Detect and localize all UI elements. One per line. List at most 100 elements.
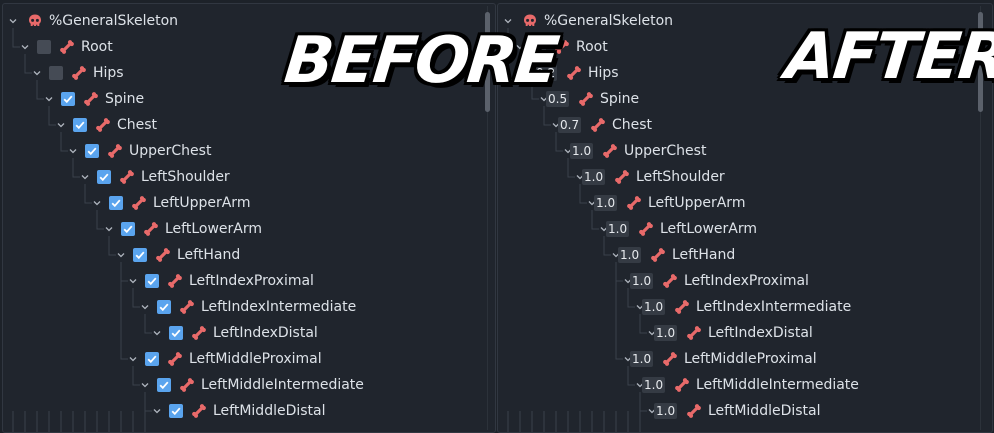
chevron-down-icon[interactable] [69,147,77,155]
bone-label: LeftIndexIntermediate [201,299,357,315]
bone-icon [578,91,594,107]
bone-label: LeftMiddleDistal [213,403,326,419]
tree-row[interactable]: 1.0 LeftShoulder [498,164,980,190]
bone-icon [107,143,123,159]
tree-row[interactable]: 1.0 LeftUpperArm [498,190,980,216]
tree-row[interactable]: UpperChest [3,138,483,164]
chevron-down-icon[interactable] [81,173,89,181]
bone-checkbox[interactable] [169,326,183,340]
chevron-down-icon[interactable] [9,17,17,25]
bone-checkbox[interactable] [157,300,171,314]
tree-row[interactable]: LeftHand [3,242,483,268]
chevron-down-icon[interactable] [45,95,53,103]
bone-weight-value[interactable]: 1.0 [606,221,630,237]
bone-label: Chest [117,117,158,133]
bone-icon [674,299,690,315]
bone-label: %GeneralSkeleton [49,13,179,29]
bone-checkbox[interactable] [37,40,51,54]
bone-checkbox[interactable] [121,222,135,236]
chevron-down-icon[interactable] [129,355,137,363]
chevron-down-icon[interactable] [141,303,149,311]
bone-checkbox[interactable] [145,274,159,288]
bone-label: LeftShoulder [141,169,230,185]
bone-weight-value[interactable]: 1.0 [618,247,642,263]
chevron-down-icon[interactable] [153,407,161,415]
bone-icon [131,195,147,211]
tree-row[interactable]: 1.0 LeftIndexIntermediate [498,294,980,320]
tree-row[interactable]: 1.0 LeftIndexDistal [498,320,980,346]
tree-row[interactable]: 1.0 LeftMiddleDistal [498,398,980,424]
bone-label: LeftUpperArm [648,195,746,211]
tree-row[interactable]: LeftMiddleProximal [3,346,483,372]
bone-icon [191,403,207,419]
bone-checkbox[interactable] [145,352,159,366]
chevron-down-icon[interactable] [57,121,65,129]
tree-row[interactable]: 1.0 LeftMiddleProximal [498,346,980,372]
chevron-down-icon[interactable] [93,199,101,207]
bone-checkbox[interactable] [97,170,111,184]
bone-weight-value[interactable]: 1.0 [654,403,678,419]
bone-checkbox[interactable] [49,66,63,80]
chevron-down-icon[interactable] [117,251,125,259]
chevron-down-icon[interactable] [141,381,149,389]
bone-label: LeftMiddleIntermediate [201,377,364,393]
tree-row[interactable]: LeftMiddleIntermediate [3,372,483,398]
bone-checkbox[interactable] [169,404,183,418]
bone-icon [602,143,618,159]
bone-icon [119,169,135,185]
tree-row[interactable]: 1.0 LeftHand [498,242,980,268]
bone-icon [674,377,690,393]
bone-label: LeftLowerArm [165,221,263,237]
tree-row[interactable]: Chest [3,112,483,138]
tree-row[interactable]: LeftIndexDistal [3,320,483,346]
bone-icon [83,91,99,107]
tree-row[interactable]: 1.0 UpperChest [498,138,980,164]
bone-weight-value[interactable]: 0.7 [558,117,582,133]
bone-checkbox[interactable] [73,118,87,132]
bone-checkbox[interactable] [61,92,75,106]
chevron-down-icon[interactable] [33,69,41,77]
bone-weight-value[interactable]: 1.0 [582,169,606,185]
bone-label: UpperChest [624,143,707,159]
bone-weight-value[interactable]: 1.0 [654,325,678,341]
bone-checkbox[interactable] [133,248,147,262]
bone-icon [638,221,654,237]
bone-icon [167,351,183,367]
bone-label: LeftMiddleProximal [189,351,322,367]
bone-weight-value[interactable]: 1.0 [642,299,666,315]
bone-label: LeftUpperArm [153,195,251,211]
bone-icon [662,273,678,289]
bone-checkbox[interactable] [157,378,171,392]
bone-icon [626,195,642,211]
bone-weight-value[interactable]: 1.0 [630,273,654,289]
before-title: BEFORE [281,24,561,98]
chevron-down-icon[interactable] [21,43,29,51]
bone-label: LeftHand [672,247,736,263]
chevron-down-icon[interactable] [105,225,113,233]
tree-row[interactable]: LeftLowerArm [3,216,483,242]
chevron-down-icon[interactable] [153,329,161,337]
tree-row[interactable]: 1.0 LeftMiddleIntermediate [498,372,980,398]
tree-row[interactable]: LeftShoulder [3,164,483,190]
bone-icon [590,117,606,133]
bone-label: LeftIndexDistal [213,325,318,341]
bone-weight-value[interactable]: 1.0 [642,377,666,393]
bone-checkbox[interactable] [109,196,123,210]
tree-row[interactable]: LeftIndexIntermediate [3,294,483,320]
tree-row[interactable]: LeftUpperArm [3,190,483,216]
bone-label: LeftIndexDistal [708,325,813,341]
tree-row[interactable]: LeftIndexProximal [3,268,483,294]
bone-icon [179,299,195,315]
bone-icon [686,403,702,419]
bone-label: Chest [612,117,653,133]
tree-row[interactable]: LeftMiddleDistal [3,398,483,424]
bone-checkbox[interactable] [85,144,99,158]
tree-row[interactable]: 1.0 LeftLowerArm [498,216,980,242]
bone-icon [686,325,702,341]
bone-weight-value[interactable]: 1.0 [630,351,654,367]
tree-row[interactable]: 0.7 Chest [498,112,980,138]
bone-weight-value[interactable]: 1.0 [570,143,594,159]
tree-row[interactable]: 1.0 LeftIndexProximal [498,268,980,294]
bone-weight-value[interactable]: 1.0 [594,195,618,211]
chevron-down-icon[interactable] [129,277,137,285]
